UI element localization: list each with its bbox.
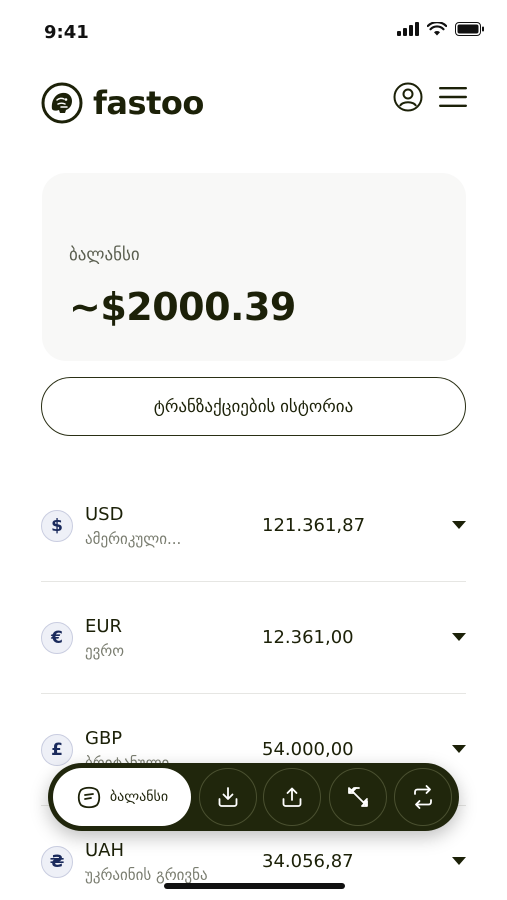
currency-amount: 54.000,00: [262, 739, 354, 760]
currency-code: EUR: [85, 616, 123, 637]
dollar-icon: $: [41, 510, 73, 542]
hryvnia-icon: ₴: [41, 846, 73, 878]
balance-amount: ~$2000.39: [69, 285, 296, 329]
lion-logo-icon: [41, 82, 83, 124]
currency-code: GBP: [85, 728, 123, 749]
currency-name: ევრო: [85, 642, 125, 660]
balance-card: ბალანსი ~$2000.39: [42, 173, 466, 361]
status-time: 9:41: [44, 22, 89, 43]
header-actions: [393, 82, 467, 112]
currency-code: UAH: [85, 840, 125, 861]
nav-deposit-button[interactable]: [199, 768, 257, 826]
home-indicator: [164, 883, 345, 889]
chevron-down-icon[interactable]: [452, 520, 466, 530]
currency-list: $ USD ამერიკული... 121.361,87 € EUR ევრო…: [41, 470, 466, 900]
currency-code: USD: [85, 504, 124, 525]
nav-transfer-button[interactable]: [394, 768, 452, 826]
signal-icon: [397, 22, 419, 36]
app-header: fastoo: [0, 78, 507, 130]
status-icons: [397, 22, 485, 36]
currency-name: უკრაინის გრივნა: [85, 866, 208, 884]
nav-withdraw-button[interactable]: [263, 768, 321, 826]
currency-amount: 121.361,87: [262, 515, 366, 536]
currency-name: ამერიკული...: [85, 530, 182, 548]
nav-balance-label: ბალანსი: [109, 789, 169, 805]
bottom-nav: ბალანსი: [48, 763, 459, 831]
download-icon: [218, 787, 238, 807]
exchange-icon: [348, 787, 368, 807]
currency-row-eur[interactable]: € EUR ევრო 12.361,00: [41, 582, 466, 694]
wifi-icon: [427, 22, 447, 36]
swap-icon: [414, 785, 432, 809]
euro-icon: €: [41, 622, 73, 654]
chevron-down-icon[interactable]: [452, 744, 466, 754]
chevron-down-icon[interactable]: [452, 632, 466, 642]
wallet-icon: [77, 786, 101, 809]
profile-icon[interactable]: [393, 82, 423, 112]
pound-icon: £: [41, 734, 73, 766]
battery-icon: [455, 22, 484, 36]
currency-row-usd[interactable]: $ USD ამერიკული... 121.361,87: [41, 470, 466, 582]
logo-text: fastoo: [93, 84, 204, 122]
chevron-down-icon[interactable]: [452, 856, 466, 866]
nav-exchange-button[interactable]: [329, 768, 387, 826]
currency-amount: 12.361,00: [262, 627, 354, 648]
currency-amount: 34.056,87: [262, 851, 354, 872]
transaction-history-button[interactable]: ტრანზაქციების ისტორია: [41, 377, 466, 436]
nav-balance-button[interactable]: ბალანსი: [53, 768, 191, 826]
logo[interactable]: fastoo: [41, 82, 204, 124]
upload-icon: [282, 787, 302, 807]
status-bar: 9:41: [0, 0, 507, 64]
menu-icon[interactable]: [439, 86, 467, 108]
balance-label: ბალანსი: [69, 245, 140, 265]
